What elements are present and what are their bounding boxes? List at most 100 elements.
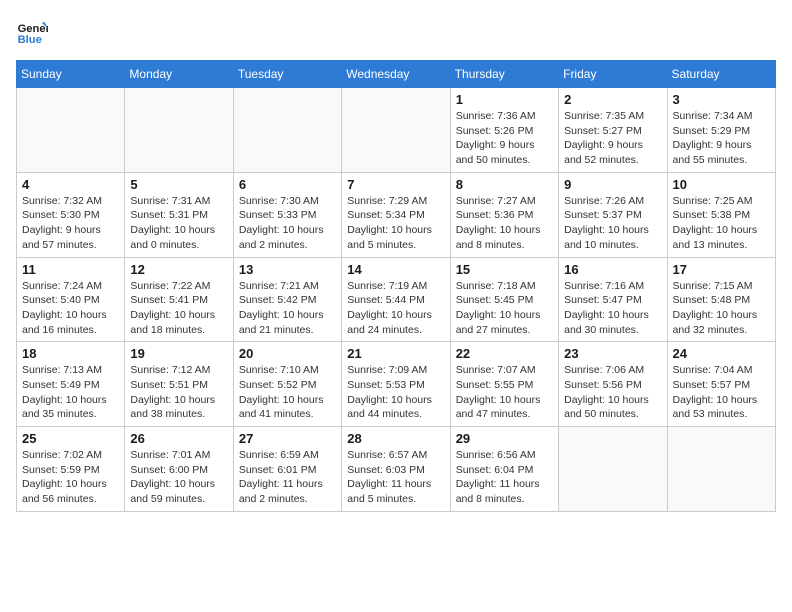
day-info: Sunrise: 7:34 AM Sunset: 5:29 PM Dayligh…	[673, 109, 770, 168]
day-number: 20	[239, 346, 336, 361]
calendar-cell: 9Sunrise: 7:26 AM Sunset: 5:37 PM Daylig…	[559, 172, 667, 257]
day-number: 21	[347, 346, 444, 361]
day-info: Sunrise: 7:01 AM Sunset: 6:00 PM Dayligh…	[130, 448, 227, 507]
day-number: 19	[130, 346, 227, 361]
calendar-cell: 8 Sunrise: 7:27 AM Sunset: 5:36 PM Daylig…	[450, 172, 558, 257]
calendar-week-row: 1 Sunrise: 7:36 AM Sunset: 5:26 PM Daylig…	[17, 88, 776, 173]
calendar-week-row: 18 Sunrise: 7:13 AM Sunset: 5:49 PM Dayli…	[17, 342, 776, 427]
day-info: Sunrise: 7:21 AM Sunset: 5:42 PM Dayligh…	[239, 279, 336, 338]
calendar-cell	[342, 88, 450, 173]
calendar-header-friday: Friday	[559, 61, 667, 88]
day-number: 10	[673, 177, 770, 192]
calendar-cell	[667, 427, 775, 512]
calendar-cell: 13 Sunrise: 7:21 AM Sunset: 5:42 PM Dayli…	[233, 257, 341, 342]
day-number: 25	[22, 431, 119, 446]
day-number: 7	[347, 177, 444, 192]
day-info: Sunrise: 7:30 AM Sunset: 5:33 PM Dayligh…	[239, 194, 336, 253]
calendar-cell: 5 Sunrise: 7:31 AM Sunset: 5:31 PM Daylig…	[125, 172, 233, 257]
calendar-cell: 27 Sunrise: 6:59 AM Sunset: 6:01 PM Dayli…	[233, 427, 341, 512]
day-number: 2	[564, 92, 661, 107]
day-info: Sunrise: 7:35 AM Sunset: 5:27 PM Dayligh…	[564, 109, 661, 168]
day-number: 28	[347, 431, 444, 446]
day-info: Sunrise: 6:57 AM Sunset: 6:03 PM Dayligh…	[347, 448, 444, 507]
calendar-cell: 24 Sunrise: 7:04 AM Sunset: 5:57 PM Dayli…	[667, 342, 775, 427]
day-number: 17	[673, 262, 770, 277]
calendar-header-tuesday: Tuesday	[233, 61, 341, 88]
day-info: Sunrise: 7:02 AM Sunset: 5:59 PM Dayligh…	[22, 448, 119, 507]
day-number: 18	[22, 346, 119, 361]
calendar-header-saturday: Saturday	[667, 61, 775, 88]
day-info: Sunrise: 6:59 AM Sunset: 6:01 PM Dayligh…	[239, 448, 336, 507]
calendar-cell: 21 Sunrise: 7:09 AM Sunset: 5:53 PM Dayli…	[342, 342, 450, 427]
calendar-cell: 4 Sunrise: 7:32 AM Sunset: 5:30 PM Daylig…	[17, 172, 125, 257]
day-info: Sunrise: 7:22 AM Sunset: 5:41 PM Dayligh…	[130, 279, 227, 338]
calendar-cell: 14Sunrise: 7:19 AM Sunset: 5:44 PM Dayli…	[342, 257, 450, 342]
day-number: 27	[239, 431, 336, 446]
day-info: Sunrise: 7:15 AM Sunset: 5:48 PM Dayligh…	[673, 279, 770, 338]
calendar-cell: 6 Sunrise: 7:30 AM Sunset: 5:33 PM Daylig…	[233, 172, 341, 257]
calendar-header-monday: Monday	[125, 61, 233, 88]
calendar-cell: 11 Sunrise: 7:24 AM Sunset: 5:40 PM Dayli…	[17, 257, 125, 342]
day-number: 5	[130, 177, 227, 192]
calendar-cell: 25 Sunrise: 7:02 AM Sunset: 5:59 PM Dayli…	[17, 427, 125, 512]
day-info: Sunrise: 7:27 AM Sunset: 5:36 PM Dayligh…	[456, 194, 553, 253]
day-info: Sunrise: 7:13 AM Sunset: 5:49 PM Dayligh…	[22, 363, 119, 422]
day-number: 4	[22, 177, 119, 192]
day-info: Sunrise: 7:31 AM Sunset: 5:31 PM Dayligh…	[130, 194, 227, 253]
day-info: Sunrise: 7:16 AM Sunset: 5:47 PM Dayligh…	[564, 279, 661, 338]
day-number: 23	[564, 346, 661, 361]
day-number: 9	[564, 177, 661, 192]
page-header: General Blue	[16, 16, 776, 48]
calendar-cell: 3 Sunrise: 7:34 AM Sunset: 5:29 PM Daylig…	[667, 88, 775, 173]
day-number: 8	[456, 177, 553, 192]
calendar-week-row: 11 Sunrise: 7:24 AM Sunset: 5:40 PM Dayli…	[17, 257, 776, 342]
calendar-cell: 23Sunrise: 7:06 AM Sunset: 5:56 PM Dayli…	[559, 342, 667, 427]
day-info: Sunrise: 7:25 AM Sunset: 5:38 PM Dayligh…	[673, 194, 770, 253]
logo: General Blue	[16, 16, 52, 48]
svg-text:Blue: Blue	[18, 34, 42, 46]
day-info: Sunrise: 7:24 AM Sunset: 5:40 PM Dayligh…	[22, 279, 119, 338]
calendar-cell: 29 Sunrise: 6:56 AM Sunset: 6:04 PM Dayli…	[450, 427, 558, 512]
calendar-week-row: 25 Sunrise: 7:02 AM Sunset: 5:59 PM Dayli…	[17, 427, 776, 512]
calendar-cell: 19Sunrise: 7:12 AM Sunset: 5:51 PM Dayli…	[125, 342, 233, 427]
calendar-header-row: SundayMondayTuesdayWednesdayThursdayFrid…	[17, 61, 776, 88]
day-number: 29	[456, 431, 553, 446]
day-info: Sunrise: 7:36 AM Sunset: 5:26 PM Dayligh…	[456, 109, 553, 168]
calendar-cell: 16 Sunrise: 7:16 AM Sunset: 5:47 PM Dayli…	[559, 257, 667, 342]
day-number: 3	[673, 92, 770, 107]
day-number: 15	[456, 262, 553, 277]
calendar-cell: 2 Sunrise: 7:35 AM Sunset: 5:27 PM Daylig…	[559, 88, 667, 173]
day-info: Sunrise: 7:07 AM Sunset: 5:55 PM Dayligh…	[456, 363, 553, 422]
day-number: 24	[673, 346, 770, 361]
day-info: Sunrise: 6:56 AM Sunset: 6:04 PM Dayligh…	[456, 448, 553, 507]
calendar-header-wednesday: Wednesday	[342, 61, 450, 88]
day-number: 13	[239, 262, 336, 277]
day-info: Sunrise: 7:10 AM Sunset: 5:52 PM Dayligh…	[239, 363, 336, 422]
svg-text:General: General	[18, 23, 48, 35]
day-number: 12	[130, 262, 227, 277]
logo-icon: General Blue	[16, 16, 48, 48]
calendar-cell: 1 Sunrise: 7:36 AM Sunset: 5:26 PM Daylig…	[450, 88, 558, 173]
day-number: 6	[239, 177, 336, 192]
calendar-cell: 18 Sunrise: 7:13 AM Sunset: 5:49 PM Dayli…	[17, 342, 125, 427]
calendar-week-row: 4 Sunrise: 7:32 AM Sunset: 5:30 PM Daylig…	[17, 172, 776, 257]
calendar-table: SundayMondayTuesdayWednesdayThursdayFrid…	[16, 60, 776, 512]
day-info: Sunrise: 7:04 AM Sunset: 5:57 PM Dayligh…	[673, 363, 770, 422]
day-info: Sunrise: 7:32 AM Sunset: 5:30 PM Dayligh…	[22, 194, 119, 253]
calendar-cell	[233, 88, 341, 173]
calendar-cell: 20 Sunrise: 7:10 AM Sunset: 5:52 PM Dayli…	[233, 342, 341, 427]
day-number: 11	[22, 262, 119, 277]
calendar-cell	[17, 88, 125, 173]
day-number: 22	[456, 346, 553, 361]
calendar-cell	[125, 88, 233, 173]
day-info: Sunrise: 7:19 AM Sunset: 5:44 PM Dayligh…	[347, 279, 444, 338]
day-number: 16	[564, 262, 661, 277]
calendar-cell: 26 Sunrise: 7:01 AM Sunset: 6:00 PM Dayli…	[125, 427, 233, 512]
day-number: 1	[456, 92, 553, 107]
calendar-cell	[559, 427, 667, 512]
calendar-cell: 10 Sunrise: 7:25 AM Sunset: 5:38 PM Dayli…	[667, 172, 775, 257]
day-info: Sunrise: 7:09 AM Sunset: 5:53 PM Dayligh…	[347, 363, 444, 422]
calendar-cell: 28 Sunrise: 6:57 AM Sunset: 6:03 PM Dayli…	[342, 427, 450, 512]
calendar-header-thursday: Thursday	[450, 61, 558, 88]
day-number: 26	[130, 431, 227, 446]
